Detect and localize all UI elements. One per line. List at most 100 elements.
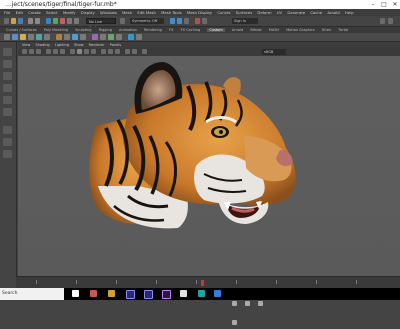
shelf-tab-rigging[interactable]: Rigging	[99, 28, 112, 32]
isolate-select-icon[interactable]	[125, 49, 130, 54]
menu-help[interactable]: Help	[345, 10, 354, 15]
close-button[interactable]: ✕	[390, 0, 400, 9]
shelf-tool-icon[interactable]	[64, 34, 70, 40]
snap-curve-icon[interactable]	[74, 18, 79, 24]
shelf-tab-poly-modeling[interactable]: Poly Modeling	[44, 28, 68, 32]
viewport-menu-view[interactable]: View	[22, 43, 30, 47]
image-plane-icon[interactable]	[46, 49, 51, 54]
ipr-render-icon[interactable]	[177, 18, 182, 24]
four-view-layout-icon[interactable]	[3, 138, 12, 146]
camera-attributes-icon[interactable]	[29, 49, 34, 54]
grid-icon[interactable]	[53, 49, 58, 54]
ambient-occlusion-icon[interactable]	[108, 49, 113, 54]
textured-icon[interactable]	[84, 49, 89, 54]
xray-icon[interactable]	[132, 49, 137, 54]
shelf-tab-fx[interactable]: FX	[169, 28, 173, 32]
menu-cache[interactable]: Cache	[310, 10, 322, 15]
menu-display[interactable]: Display	[81, 10, 95, 15]
taskbar-search[interactable]: Search	[0, 288, 64, 300]
after-effects-icon[interactable]	[162, 290, 171, 299]
color-management-icon[interactable]	[142, 49, 147, 54]
shelf-tab-xgen[interactable]: XGen	[322, 28, 331, 32]
shelf-tool-icon[interactable]	[100, 34, 106, 40]
viewport-menu-panels[interactable]: Panels	[110, 43, 121, 47]
maya-icon[interactable]	[198, 290, 205, 297]
shadows-icon[interactable]	[101, 49, 106, 54]
shelf-tab-rendering[interactable]: Rendering	[144, 28, 162, 32]
sign-in-button[interactable]: Sign In	[232, 18, 258, 24]
viewport-menu-shading[interactable]: Shading	[35, 43, 49, 47]
shelf-tab-bifrost[interactable]: Bifrost	[250, 28, 261, 32]
single-view-layout-icon[interactable]	[3, 126, 12, 134]
shelf-tool-icon[interactable]	[108, 34, 114, 40]
viewport-menu-show[interactable]: Show	[74, 43, 83, 47]
menu-uv[interactable]: UV	[277, 10, 282, 15]
shelf-tab-arnold[interactable]: Arnold	[232, 28, 243, 32]
shelf-tool-icon[interactable]	[12, 34, 18, 40]
shelf-tool-icon[interactable]	[20, 34, 26, 40]
anti-aliasing-icon[interactable]	[115, 49, 120, 54]
wireframe-icon[interactable]	[70, 49, 75, 54]
menu-mesh-display[interactable]: Mesh Display	[187, 10, 212, 15]
smooth-shade-icon[interactable]	[77, 49, 82, 54]
color-space-field[interactable]: sRGB gamma	[262, 49, 286, 60]
viewport-menu-lighting[interactable]: Lighting	[55, 43, 69, 47]
tray-icon[interactable]	[245, 301, 251, 306]
current-frame-marker[interactable]	[201, 280, 204, 286]
select-by-object-icon[interactable]	[53, 18, 58, 24]
scale-tool-icon[interactable]	[3, 108, 12, 116]
photoshop-icon[interactable]	[214, 290, 221, 297]
render-settings-icon[interactable]	[184, 18, 189, 24]
menu-mesh-tools[interactable]: Mesh Tools	[161, 10, 182, 15]
shelf-tool-icon[interactable]	[72, 34, 78, 40]
tray-icon[interactable]	[232, 301, 237, 306]
channel-box-icon[interactable]	[388, 18, 393, 24]
menu-generate[interactable]: Generate	[287, 10, 305, 15]
menu-arnold[interactable]: Arnold	[327, 10, 339, 15]
magnet-icon[interactable]	[120, 18, 125, 24]
select-tool-icon[interactable]	[3, 48, 12, 56]
menu-file[interactable]: File	[4, 10, 10, 15]
select-by-component-icon[interactable]	[60, 18, 65, 24]
minimize-button[interactable]: –	[368, 0, 378, 9]
shelf-tool-icon[interactable]	[36, 34, 42, 40]
menu-modify[interactable]: Modify	[63, 10, 76, 15]
shelf-tab-animation[interactable]: Animation	[119, 28, 137, 32]
shelf-tool-icon[interactable]	[4, 34, 10, 40]
menu-deform[interactable]: Deform	[257, 10, 271, 15]
menu-curves[interactable]: Curves	[217, 10, 230, 15]
new-scene-icon[interactable]	[4, 18, 9, 24]
film-gate-icon[interactable]	[60, 49, 65, 54]
attribute-editor-icon[interactable]	[380, 18, 385, 24]
move-tool-icon[interactable]	[3, 84, 12, 92]
menu-edit[interactable]: Edit	[16, 10, 23, 15]
lights-icon[interactable]	[91, 49, 96, 54]
redo-icon[interactable]	[35, 18, 40, 24]
viewport[interactable]	[18, 56, 400, 276]
shelf-tool-icon[interactable]	[116, 34, 122, 40]
open-scene-icon[interactable]	[11, 18, 16, 24]
select-by-hierarchy-icon[interactable]	[46, 18, 51, 24]
symmetry-dropdown[interactable]: Symmetry: Off	[130, 18, 164, 24]
camera-icon[interactable]	[22, 49, 27, 54]
paint-select-tool-icon[interactable]	[3, 72, 12, 80]
menu-select[interactable]: Select	[46, 10, 58, 15]
premiere-icon[interactable]	[144, 290, 153, 299]
snap-grid-icon[interactable]	[67, 18, 72, 24]
shelf-tab-motion-graphics[interactable]: Motion Graphics	[286, 28, 314, 32]
premiere-icon[interactable]	[126, 290, 135, 299]
app-icon[interactable]	[180, 290, 187, 297]
shelf-tab-sculpting[interactable]: Sculpting	[75, 28, 91, 32]
menu-windows[interactable]: Windows	[100, 10, 117, 15]
menu-mesh[interactable]: Mesh	[122, 10, 132, 15]
tray-icon[interactable]	[232, 320, 237, 325]
render-icon[interactable]	[170, 18, 175, 24]
save-scene-icon[interactable]	[18, 18, 23, 24]
shelf-tool-icon[interactable]	[44, 34, 50, 40]
render-view-icon[interactable]	[202, 18, 207, 24]
hypershade-icon[interactable]	[195, 18, 200, 24]
shelf-tool-icon[interactable]	[92, 34, 98, 40]
outliner-layout-icon[interactable]	[3, 150, 12, 158]
task-view-icon[interactable]	[72, 290, 79, 297]
shelf-tab-turtle[interactable]: Turtle	[338, 28, 348, 32]
